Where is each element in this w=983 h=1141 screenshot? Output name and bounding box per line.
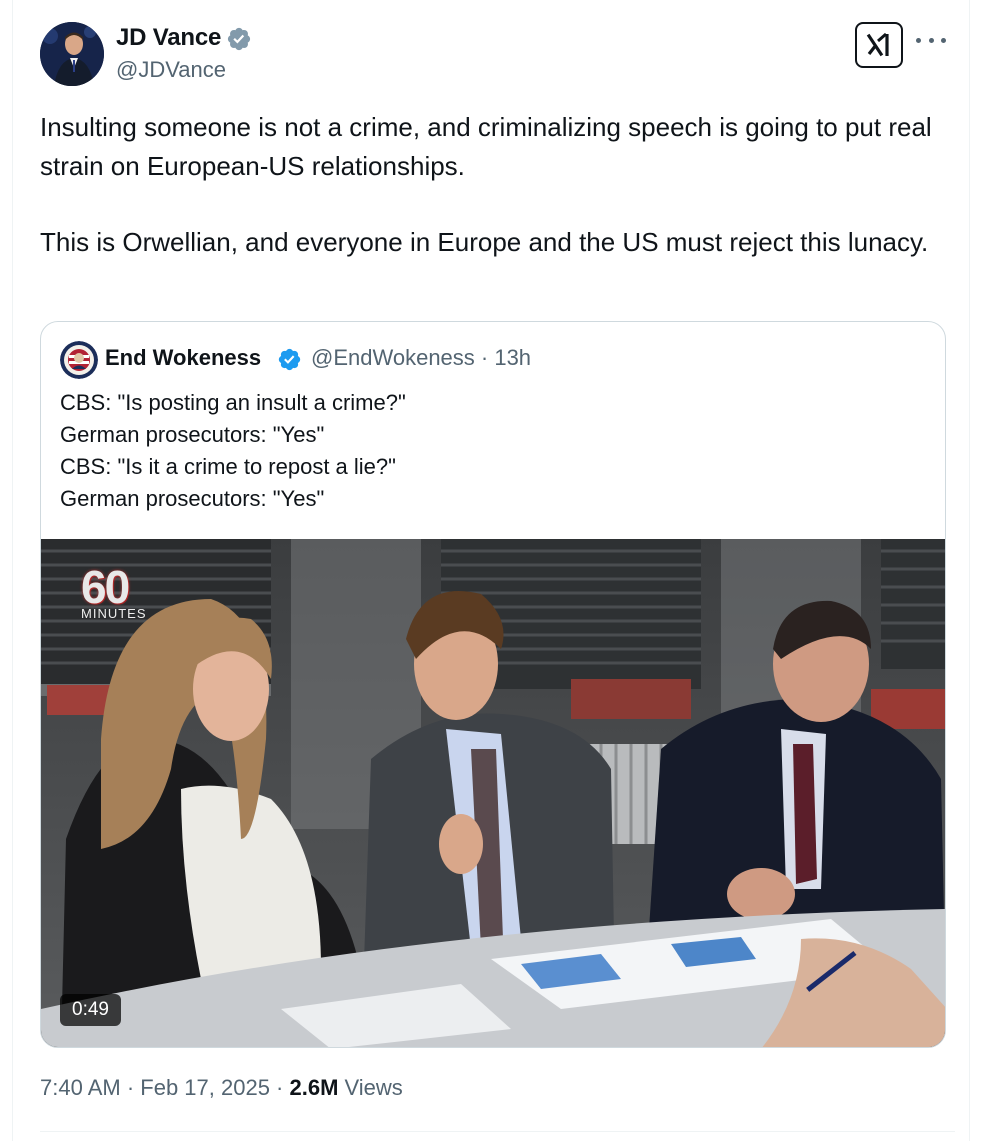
more-options-button[interactable]: [916, 30, 946, 50]
tweet-timestamp[interactable]: 7:40 AM · Feb 17, 2025 ·: [40, 1075, 289, 1100]
divider: [40, 1131, 955, 1132]
video-player[interactable]: 60 MINUTES 0:49: [41, 539, 945, 1047]
more-options-icon: [916, 37, 921, 43]
quoted-author-avatar[interactable]: [60, 341, 98, 379]
more-dot: [941, 37, 946, 43]
quoted-verified-badge-icon: [278, 348, 301, 371]
grok-icon: [866, 32, 889, 57]
tweet-paragraph-1: Insulting someone is not a crime, and cr…: [40, 112, 932, 181]
logo-word: MINUTES: [81, 606, 147, 621]
verified-badge-icon: [227, 27, 251, 51]
views-count: 2.6M: [289, 1075, 339, 1100]
video-frame: [41, 539, 945, 1047]
video-duration: 0:49: [60, 994, 121, 1026]
views-label: Views: [338, 1075, 403, 1100]
quoted-line: CBS: "Is posting an insult a crime?": [60, 390, 406, 415]
quoted-handle-time[interactable]: @EndWokeness · 13h: [311, 345, 531, 371]
tweet-meta: 7:40 AM · Feb 17, 2025 · 2.6M Views: [40, 1075, 403, 1101]
more-dot: [928, 37, 934, 43]
author-handle[interactable]: @JDVance: [116, 57, 226, 83]
quoted-line: German prosecutors: "Yes": [60, 422, 325, 447]
author-avatar[interactable]: [40, 22, 104, 86]
grok-button[interactable]: [855, 22, 903, 68]
tweet-paragraph-2: This is Orwellian, and everyone in Europ…: [40, 227, 929, 257]
author-name[interactable]: JD Vance: [116, 24, 221, 52]
logo-number: 60: [81, 561, 130, 613]
quoted-line: German prosecutors: "Yes": [60, 486, 325, 511]
tweet-text: Insulting someone is not a crime, and cr…: [40, 108, 955, 262]
quoted-author-name[interactable]: End Wokeness: [105, 345, 261, 371]
quoted-line: CBS: "Is it a crime to repost a lie?": [60, 454, 396, 479]
sixty-minutes-logo: 60 MINUTES: [81, 561, 147, 621]
quoted-text: CBS: "Is posting an insult a crime?" Ger…: [60, 387, 920, 515]
quoted-tweet[interactable]: End Wokeness @EndWokeness · 13h CBS: "Is…: [40, 321, 946, 1048]
